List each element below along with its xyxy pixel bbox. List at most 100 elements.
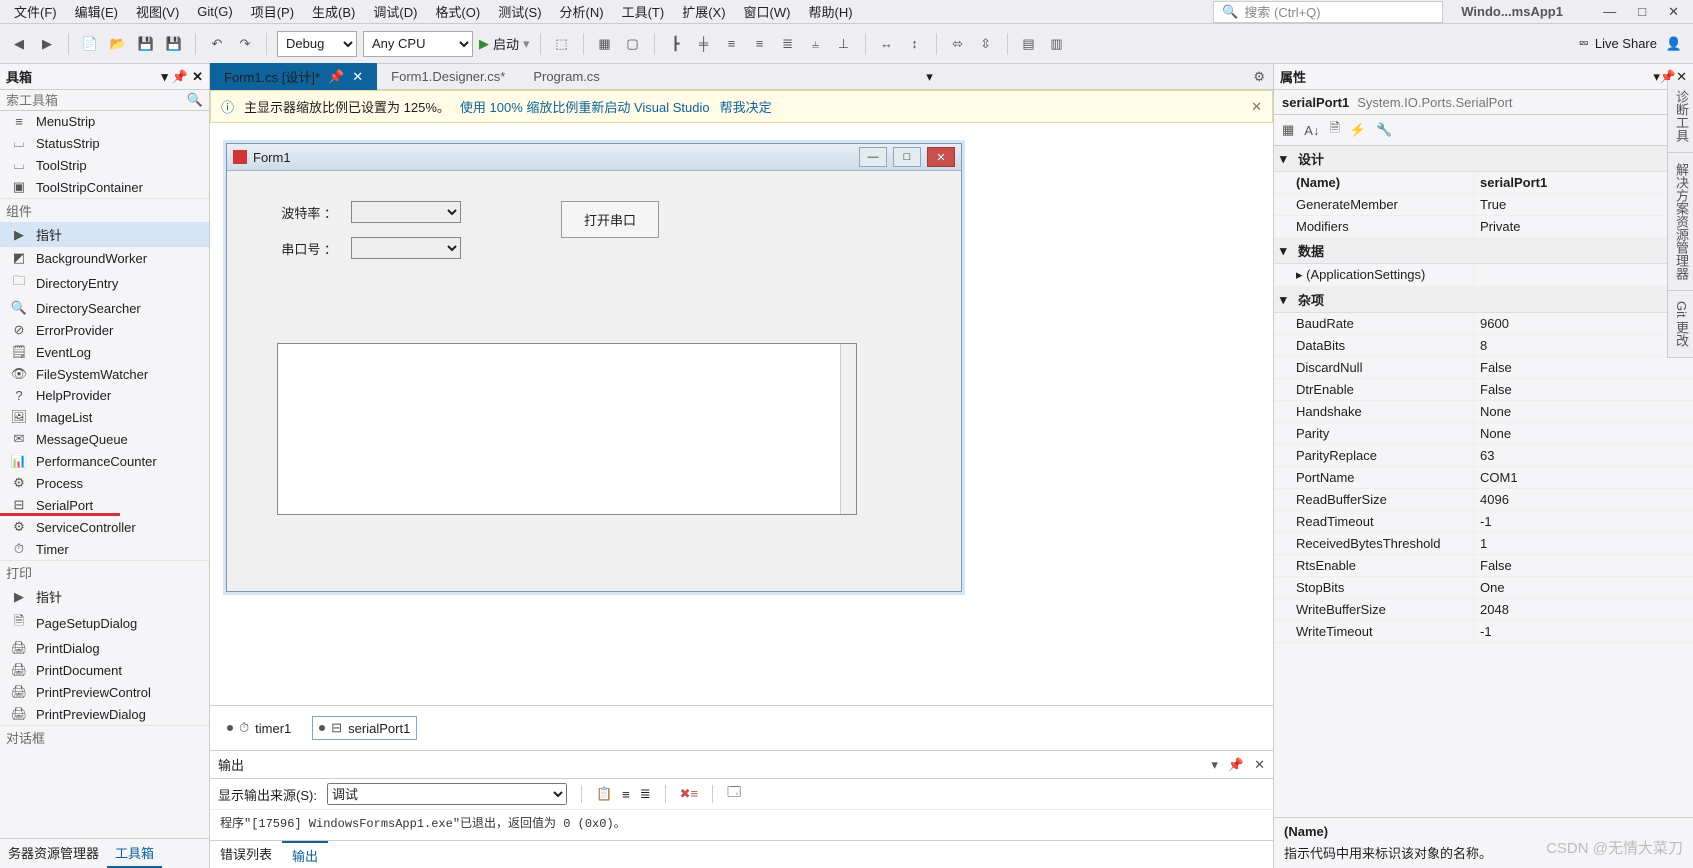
tray-serialport1[interactable]: ⊟serialPort1 <box>312 716 417 740</box>
toolbox-item[interactable]: 🖨PrintDocument <box>0 659 209 681</box>
pin-icon[interactable]: 📌 <box>1228 757 1244 773</box>
liveshare-button[interactable]: ⮹Live Share <box>1578 36 1657 52</box>
menu-analyze[interactable]: 分析(N) <box>560 2 604 21</box>
prop-row[interactable]: DiscardNullFalse <box>1274 357 1693 379</box>
prop-value[interactable]: One <box>1474 577 1693 598</box>
prop-value[interactable]: COM1 <box>1474 467 1693 488</box>
output-source-select[interactable]: 调试 <box>327 783 567 805</box>
align-icon[interactable]: ┣ <box>665 33 687 55</box>
toolbox-item[interactable]: 🖨PrintDialog <box>0 637 209 659</box>
pin-icon[interactable]: 📌 <box>172 69 188 85</box>
prop-row[interactable]: ▸ (ApplicationSettings) <box>1274 264 1693 287</box>
toolbox-group[interactable]: 对话框 <box>0 725 209 749</box>
toolbox-item[interactable]: ≡MenuStrip <box>0 111 209 132</box>
infobar-link-restart[interactable]: 使用 100% 缩放比例重新启动 Visual Studio <box>460 97 710 116</box>
align-icon[interactable]: ⫨ <box>805 33 827 55</box>
form-window[interactable]: Form1 — □ ✕ 波特率 ： 串口号 ： 打开串口 <box>226 143 962 592</box>
rdock-diagnostics[interactable]: 诊断工具 <box>1668 80 1693 153</box>
prop-category[interactable]: ▾杂项 <box>1274 287 1693 313</box>
close-icon[interactable]: ✕ <box>1668 4 1679 20</box>
gear-icon[interactable]: ⚙ <box>1245 65 1273 89</box>
tab-output[interactable]: 输出 <box>282 841 328 868</box>
maximize-icon[interactable]: □ <box>893 147 921 167</box>
save-all-icon[interactable]: 💾 <box>163 33 185 55</box>
nav-back-icon[interactable]: ◀ <box>8 33 30 55</box>
toolbox-item[interactable]: ⚙ServiceController <box>0 516 209 538</box>
toolbox-item[interactable]: ⏱Timer <box>0 538 209 560</box>
designer-surface[interactable]: Form1 — □ ✕ 波特率 ： 串口号 ： 打开串口 <box>210 123 1273 705</box>
events-icon[interactable]: ⚡ <box>1350 122 1366 138</box>
toolbox-item[interactable]: ⊘ErrorProvider <box>0 319 209 341</box>
prop-value[interactable]: 8 <box>1474 335 1693 356</box>
prop-row[interactable]: GenerateMemberTrue <box>1274 194 1693 216</box>
menu-build[interactable]: 生成(B) <box>312 2 355 21</box>
align-icon[interactable]: ≡ <box>749 33 771 55</box>
align-icon[interactable]: ╪ <box>693 33 715 55</box>
global-search[interactable]: 🔍搜索 (Ctrl+Q) <box>1213 1 1443 23</box>
spacing-icon[interactable]: ↕ <box>904 33 926 55</box>
menu-file[interactable]: 文件(F) <box>14 2 57 21</box>
toolbox-item[interactable]: ⌴StatusStrip <box>0 132 209 154</box>
open-port-button[interactable]: 打开串口 <box>561 201 659 238</box>
prop-value[interactable]: 9600 <box>1474 313 1693 334</box>
config-select[interactable]: Debug <box>277 31 357 57</box>
undo-icon[interactable]: ↶ <box>206 33 228 55</box>
menu-format[interactable]: 格式(O) <box>435 2 480 21</box>
maximize-icon[interactable]: □ <box>1638 4 1646 20</box>
toolbox-item[interactable]: 🔍DirectorySearcher <box>0 297 209 319</box>
size-icon[interactable]: ⇳ <box>975 33 997 55</box>
close-icon[interactable]: ✕ <box>352 69 363 85</box>
toolbox-item[interactable]: ▣ToolStripContainer <box>0 176 209 198</box>
toolbox-item[interactable]: ⚙Process <box>0 472 209 494</box>
clear-icon[interactable]: ✖≡ <box>680 786 698 802</box>
prop-value[interactable]: 2048 <box>1474 599 1693 620</box>
toolbox-item[interactable]: 🗒EventLog <box>0 341 209 363</box>
menu-tools[interactable]: 工具(T) <box>622 2 665 21</box>
toolbox-item[interactable]: 🖼ImageList <box>0 406 209 428</box>
tray-timer1[interactable]: ⏱timer1 <box>220 716 298 740</box>
prop-row[interactable]: ParityReplace63 <box>1274 445 1693 467</box>
toolbox-item[interactable]: ▶指针 <box>0 222 209 247</box>
save-icon[interactable]: 💾 <box>135 33 157 55</box>
menu-debug[interactable]: 调试(D) <box>373 2 417 21</box>
prop-row[interactable]: DataBits8 <box>1274 335 1693 357</box>
output-textbox[interactable] <box>277 343 857 515</box>
prop-row[interactable]: (Name)serialPort1 <box>1274 172 1693 194</box>
prop-value[interactable]: -1 <box>1474 511 1693 532</box>
spacing-icon[interactable]: ↔ <box>876 33 898 55</box>
platform-select[interactable]: Any CPU <box>363 31 473 57</box>
align-icon[interactable]: ≣ <box>777 33 799 55</box>
toolbox-item[interactable]: 🖨PrintPreviewDialog <box>0 703 209 725</box>
order-icon[interactable]: ▤ <box>1018 33 1040 55</box>
bottom-tab-toolbox[interactable]: 工具箱 <box>107 839 162 868</box>
rdock-solution[interactable]: 解决方案资源管理器 <box>1668 153 1693 291</box>
prop-value[interactable]: None <box>1474 401 1693 422</box>
prop-row[interactable]: ReadTimeout-1 <box>1274 511 1693 533</box>
minimize-icon[interactable]: — <box>859 147 887 167</box>
prop-row[interactable]: PortNameCOM1 <box>1274 467 1693 489</box>
tool-icon[interactable]: ≣ <box>640 786 651 802</box>
tool-icon[interactable]: ≡ <box>622 787 630 802</box>
tab-form1-designer[interactable]: Form1.Designer.cs* <box>377 65 519 88</box>
dropdown-icon[interactable]: ▾ <box>161 69 168 85</box>
toolbox-item[interactable]: ▶指针 <box>0 584 209 609</box>
prop-value[interactable]: serialPort1 <box>1474 172 1693 193</box>
menu-test[interactable]: 测试(S) <box>498 2 541 21</box>
scrollbar[interactable] <box>840 344 856 514</box>
prop-row[interactable]: BaudRate9600 <box>1274 313 1693 335</box>
infobar-link-help[interactable]: 帮我决定 <box>720 97 772 116</box>
toolbox-search[interactable] <box>6 93 187 108</box>
size-icon[interactable]: ⬄ <box>947 33 969 55</box>
tool-icon[interactable]: 🗔 <box>727 783 741 805</box>
prop-row[interactable]: ReadBufferSize4096 <box>1274 489 1693 511</box>
tool-icon[interactable]: ▦ <box>594 33 616 55</box>
prop-value[interactable]: False <box>1474 357 1693 378</box>
prop-category[interactable]: ▾设计 <box>1274 146 1693 172</box>
prop-value[interactable]: True <box>1474 194 1693 215</box>
new-file-icon[interactable]: 📄 <box>79 33 101 55</box>
toolbox-group[interactable]: 组件 <box>0 198 209 222</box>
align-icon[interactable]: ⊥ <box>833 33 855 55</box>
toolbox-item[interactable]: 📊PerformanceCounter <box>0 450 209 472</box>
menu-help[interactable]: 帮助(H) <box>808 2 852 21</box>
props-icon[interactable]: 🗎 <box>1329 119 1339 141</box>
